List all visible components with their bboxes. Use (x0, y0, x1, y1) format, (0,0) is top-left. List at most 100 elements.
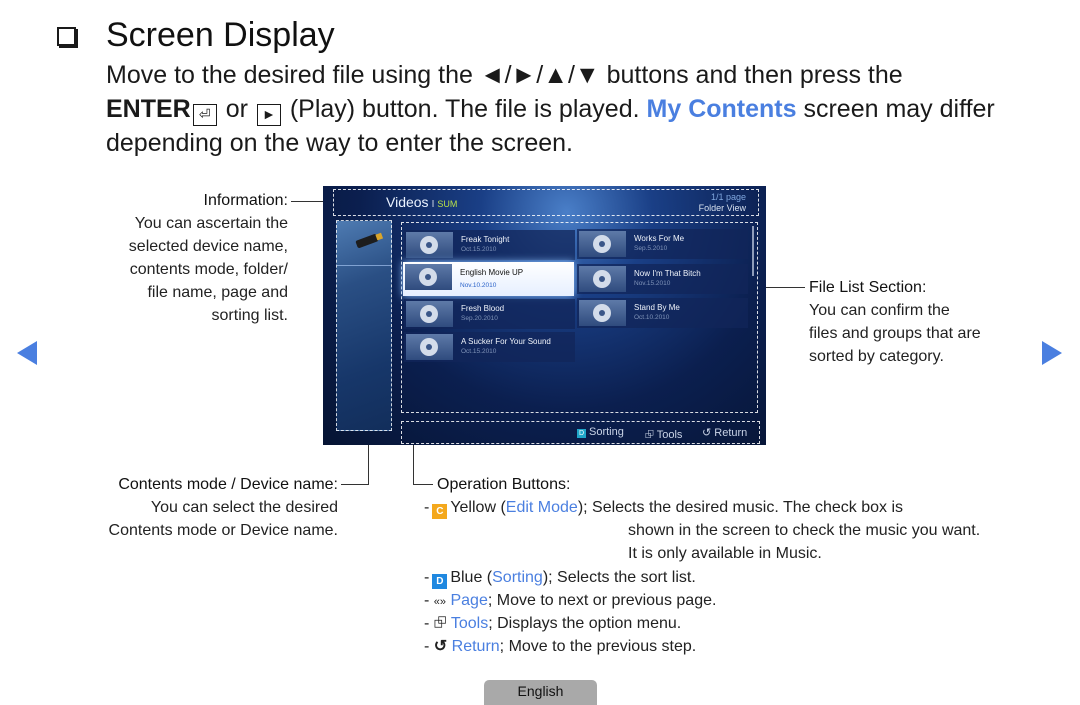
film-reel-icon (420, 305, 438, 323)
operation-item-tools: - ⮺ Tools; Displays the option menu. (424, 612, 681, 635)
colon: : (565, 476, 571, 493)
tools-link[interactable]: Tools (451, 615, 488, 632)
callout-line: sorting list. (211, 307, 288, 324)
next-page-icon[interactable] (1042, 341, 1062, 365)
usb-drive-icon[interactable] (355, 233, 379, 249)
callout-title: Information (203, 192, 284, 209)
my-contents-link[interactable]: My Contents (647, 95, 797, 123)
operation-buttons-callout: Operation Buttons: (437, 473, 570, 496)
color-name: Blue ( (450, 569, 493, 586)
intro-text: or (225, 95, 248, 123)
enter-key-label: ENTER (106, 95, 191, 123)
callout-line: file name, page and (147, 284, 288, 301)
video-thumbnail (579, 266, 626, 292)
film-reel-icon (593, 270, 611, 288)
file-name: A Sucker For Your Sound (461, 337, 551, 346)
intro-text: Move to the desired file using the (106, 61, 473, 89)
blue-d-key-icon: D (577, 429, 586, 438)
previous-page-icon[interactable] (17, 341, 37, 365)
operation-item-page: - «» Page; Move to next or previous page… (424, 589, 716, 614)
dash: - (424, 615, 430, 632)
operation-desc-continued: It is only available in Music. (628, 545, 822, 562)
intro-text: screen may differ (803, 95, 995, 123)
file-item[interactable]: Works For Me Sep.5.2010 (577, 229, 748, 259)
file-name: Freak Tonight (461, 235, 510, 244)
blue-d-key-icon: D (432, 574, 448, 589)
file-date: Sep.5.2010 (634, 245, 668, 252)
film-reel-icon (420, 236, 438, 254)
intro-line-3: depending on the way to enter the screen… (106, 129, 573, 157)
page-link[interactable]: Page (450, 592, 487, 609)
op-label: Tools (656, 429, 683, 441)
file-list-callout: File List Section: You can confirm the f… (809, 276, 1029, 368)
dash: - (424, 499, 430, 516)
video-thumbnail (406, 334, 453, 360)
shelf-divider (337, 265, 391, 266)
callout-line: You can select the desired (150, 499, 338, 516)
edit-mode-link[interactable]: Edit Mode (506, 499, 578, 516)
file-item[interactable]: Freak Tonight Oct.15.2010 (404, 230, 575, 260)
operation-leader-line (413, 445, 414, 484)
video-thumbnail (579, 300, 626, 326)
operation-item-return: - ↺ Return; Move to the previous step. (424, 635, 696, 658)
callout-title: Contents mode / Device name (118, 476, 334, 493)
operation-desc: ); Selects the desired music. The check … (577, 499, 903, 516)
callout-line: files and groups that are (809, 325, 981, 342)
file-date: Oct.15.2010 (461, 348, 497, 355)
return-icon: ↺ (702, 427, 712, 439)
tools-button[interactable]: ⮺ Tools (645, 426, 682, 445)
file-name: Works For Me (634, 234, 685, 243)
intro-line-2: ENTER ⏎ or ► (Play) button. The file is p… (106, 92, 995, 126)
language-tab[interactable]: English (484, 680, 597, 705)
colon: : (921, 279, 927, 296)
color-name: Yellow ( (450, 499, 506, 516)
arrow-keys-icon: ◄/►/▲/▼ (479, 61, 600, 89)
enter-key-icon: ⏎ (192, 104, 217, 126)
file-list-scrollbar[interactable] (752, 226, 754, 276)
file-date: Nov.10.2010 (460, 282, 497, 289)
folder-view-label[interactable]: Folder View (699, 203, 746, 213)
operation-desc: ); Selects the sort list. (542, 569, 696, 586)
sorting-link[interactable]: Sorting (492, 569, 543, 586)
colon: : (283, 192, 288, 209)
file-item[interactable]: Now I'm That Bitch Nov.15.2010 (577, 264, 748, 294)
file-name: Fresh Blood (461, 304, 505, 313)
page-title: Screen Display (106, 16, 335, 54)
operation-desc: ; Displays the option menu. (488, 615, 682, 632)
yellow-c-key-icon: C (432, 504, 448, 519)
callout-line: selected device name, (128, 238, 288, 255)
device-panel[interactable] (336, 220, 392, 431)
operation-desc: ; Move to the previous step. (499, 638, 697, 655)
information-callout: Information: You can ascertain the selec… (48, 189, 288, 327)
callout-title: File List Section (809, 279, 922, 296)
operation-desc: ; Move to next or previous page. (487, 592, 717, 609)
contents-leader-line (341, 484, 369, 485)
separator: I (431, 199, 435, 210)
contents-leader-line (368, 445, 369, 484)
callout-line: You can ascertain the (134, 215, 288, 232)
tv-screen: Videos I SUM 1/1 page Folder View Freak To… (323, 186, 766, 445)
file-date: Sep.20.2010 (461, 315, 498, 322)
page-indicator: 1/1 page (710, 192, 746, 202)
page-arrows-icon: «» (433, 596, 447, 608)
dash: - (424, 592, 430, 609)
file-item[interactable]: A Sucker For Your Sound Oct.15.2010 (404, 332, 575, 362)
contents-mode: Videos (386, 194, 429, 210)
file-item[interactable]: Fresh Blood Sep.20.2010 (404, 299, 575, 329)
tv-title: Videos I SUM (386, 194, 457, 210)
callout-line: sorted by category. (809, 348, 944, 365)
square-checkbox-icon (57, 27, 76, 46)
file-item-selected[interactable]: English Movie UP Nov.10.2010 (403, 262, 574, 296)
sorting-button[interactable]: D Sorting (577, 426, 624, 438)
file-name: Now I'm That Bitch (634, 269, 701, 278)
operation-item-sorting: - D Blue (Sorting); Selects the sort list. (424, 566, 696, 589)
tools-icon: ⮺ (433, 615, 447, 632)
intro-line-1: Move to the desired file using the ◄/►/▲… (106, 58, 903, 92)
file-item[interactable]: Stand By Me Oct.10.2010 (577, 298, 748, 328)
return-link[interactable]: Return (452, 638, 500, 655)
video-thumbnail (406, 301, 453, 327)
return-button[interactable]: ↺ Return (702, 426, 747, 439)
file-name: English Movie UP (460, 268, 524, 277)
callout-title: Operation Buttons (437, 476, 566, 493)
contents-mode-callout: Contents mode / Device name: You can sel… (38, 473, 338, 542)
